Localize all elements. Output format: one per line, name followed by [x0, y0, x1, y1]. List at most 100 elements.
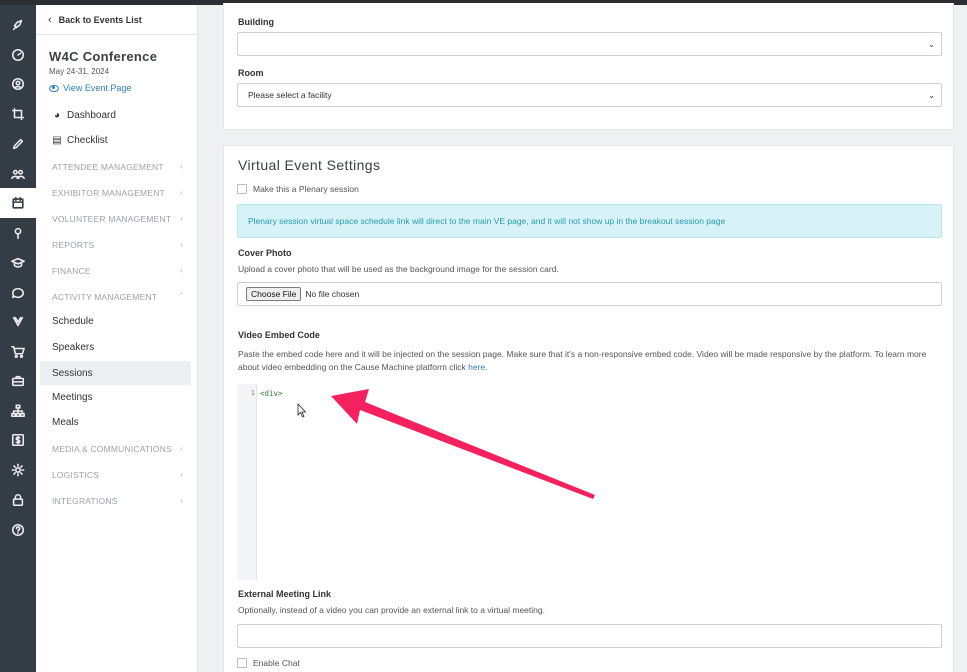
choose-file-button[interactable]: Choose File: [246, 287, 302, 301]
sidebar-item-label: Sessions: [52, 367, 93, 379]
section-integrations[interactable]: INTEGRATIONS ‹: [52, 496, 183, 506]
code-line: <div>: [260, 389, 283, 398]
section-label: LOGISTICS: [52, 470, 100, 480]
gauge-icon[interactable]: [0, 43, 36, 67]
map-pin-icon[interactable]: [0, 221, 36, 245]
video-embed-help: Paste the embed code here and it will be…: [238, 349, 927, 372]
section-activity-management[interactable]: ACTIVITY MANAGEMENT ˇ: [52, 292, 183, 302]
section-label: ACTIVITY MANAGEMENT: [52, 292, 158, 302]
divider: [36, 34, 197, 35]
crop-icon[interactable]: [0, 102, 36, 126]
sidebar-item-sessions[interactable]: Sessions: [40, 361, 191, 385]
chevron-left-icon: ‹: [48, 14, 52, 26]
enable-chat-checkbox[interactable]: [237, 658, 247, 668]
building-select[interactable]: ⌄: [237, 32, 942, 56]
help-icon[interactable]: [0, 518, 36, 542]
cart-icon[interactable]: [0, 340, 36, 364]
briefcase-icon[interactable]: [0, 369, 36, 393]
dollar-icon[interactable]: [0, 428, 36, 452]
virtual-settings-title: Virtual Event Settings: [238, 157, 381, 173]
external-meeting-help: Optionally, instead of a video you can p…: [238, 605, 545, 615]
eye-icon: [49, 84, 59, 92]
sidebar-item-label: Meetings: [52, 391, 93, 403]
section-exhibitor-management[interactable]: EXHIBITOR MANAGEMENT ‹: [52, 188, 183, 198]
section-label: FINANCE: [52, 266, 91, 276]
section-finance[interactable]: FINANCE ‹: [52, 266, 183, 276]
ribbon-icon[interactable]: [0, 310, 36, 334]
cover-photo-help: Upload a cover photo that will be used a…: [238, 264, 559, 274]
graduation-cap-icon[interactable]: [0, 251, 36, 275]
video-embed-help-text: Paste the embed code here and it will be…: [238, 349, 927, 372]
sidebar-item-schedule[interactable]: Schedule: [40, 309, 191, 333]
chevron-left-icon: ‹: [180, 266, 183, 275]
chevron-down-icon: ⌄: [928, 91, 935, 100]
section-reports[interactable]: REPORTS ‹: [52, 240, 183, 250]
line-number: 1: [250, 389, 255, 397]
plenary-label: Make this a Plenary session: [253, 184, 359, 194]
clipboard-icon: ▤: [52, 134, 62, 146]
video-embed-code-editor[interactable]: 1 <div>: [237, 384, 942, 580]
back-to-events-link[interactable]: ‹ Back to Events List: [48, 14, 142, 26]
section-volunteer-management[interactable]: VOLUNTEER MANAGEMENT ‹: [52, 214, 183, 224]
sidebar-item-label: Schedule: [52, 315, 94, 327]
chevron-left-icon: ‹: [180, 470, 183, 479]
chat-icon[interactable]: [0, 281, 36, 305]
external-meeting-input[interactable]: [237, 624, 942, 648]
chevron-left-icon: ‹: [180, 444, 183, 453]
chevron-down-icon: ⌄: [928, 40, 935, 49]
cover-photo-file-input[interactable]: Choose File No file chosen: [237, 282, 942, 306]
room-value: Please select a facility: [248, 90, 332, 100]
dashboard-icon: ◕: [53, 109, 61, 121]
section-media-communications[interactable]: MEDIA & COMMUNICATIONS ‹: [52, 444, 183, 454]
section-label: VOLUNTEER MANAGEMENT: [52, 214, 172, 224]
plenary-note: Plenary session virtual space schedule l…: [248, 216, 726, 226]
sidebar-item-label: Speakers: [52, 341, 95, 353]
section-label: INTEGRATIONS: [52, 496, 118, 506]
sidebar-item-meetings[interactable]: Meetings: [40, 385, 191, 409]
room-select[interactable]: Please select a facility ⌄: [237, 83, 942, 107]
chevron-left-icon: ‹: [180, 496, 183, 505]
plenary-checkbox-row[interactable]: Make this a Plenary session: [237, 184, 359, 194]
section-label: EXHIBITOR MANAGEMENT: [52, 188, 165, 198]
section-label: ATTENDEE MANAGEMENT: [52, 162, 164, 172]
enable-chat-row[interactable]: Enable Chat: [237, 658, 300, 668]
sidebar-item-label: Checklist: [67, 134, 108, 146]
sidebar-item-checklist[interactable]: ▤ Checklist: [40, 128, 191, 152]
section-label: REPORTS: [52, 240, 95, 250]
user-circle-icon[interactable]: [0, 72, 36, 96]
icon-rail: [0, 5, 36, 672]
event-sidebar: ‹ Back to Events List W4C Conference May…: [36, 5, 198, 672]
rocket-icon[interactable]: [0, 13, 36, 37]
sitemap-icon[interactable]: [0, 399, 36, 423]
no-file-text: No file chosen: [305, 289, 360, 299]
plenary-info-alert: Plenary session virtual space schedule l…: [237, 204, 942, 238]
section-logistics[interactable]: LOGISTICS ‹: [52, 470, 183, 480]
plenary-checkbox[interactable]: [237, 184, 247, 194]
sidebar-item-label: Meals: [52, 416, 79, 428]
sidebar-item-dashboard[interactable]: ◕ Dashboard: [40, 103, 191, 127]
building-label: Building: [238, 17, 274, 27]
pencil-icon[interactable]: [0, 132, 36, 156]
event-title: W4C Conference: [49, 49, 158, 64]
back-label: Back to Events List: [58, 15, 142, 25]
sidebar-item-label: Dashboard: [67, 109, 116, 121]
location-card: Building ⌄ Room Please select a facility…: [223, 3, 954, 130]
chevron-left-icon: ‹: [180, 214, 183, 223]
chevron-left-icon: ‹: [180, 162, 183, 171]
lock-icon[interactable]: [0, 488, 36, 512]
room-label: Room: [238, 68, 264, 78]
video-embed-help-link[interactable]: here: [468, 362, 485, 372]
video-embed-label: Video Embed Code: [238, 330, 320, 340]
users-icon[interactable]: [0, 162, 36, 186]
view-event-page-link[interactable]: View Event Page: [49, 83, 131, 93]
enable-chat-label: Enable Chat: [253, 658, 300, 668]
chevron-down-icon: ˇ: [180, 292, 183, 301]
section-attendee-management[interactable]: ATTENDEE MANAGEMENT ‹: [52, 162, 183, 172]
sidebar-item-meals[interactable]: Meals: [40, 410, 191, 434]
cover-photo-label: Cover Photo: [238, 248, 292, 258]
gear-icon[interactable]: [0, 458, 36, 482]
sidebar-item-speakers[interactable]: Speakers: [40, 335, 191, 359]
external-meeting-label: External Meeting Link: [238, 589, 332, 599]
calendar-icon[interactable]: [0, 188, 36, 218]
view-event-page-label: View Event Page: [63, 83, 132, 93]
